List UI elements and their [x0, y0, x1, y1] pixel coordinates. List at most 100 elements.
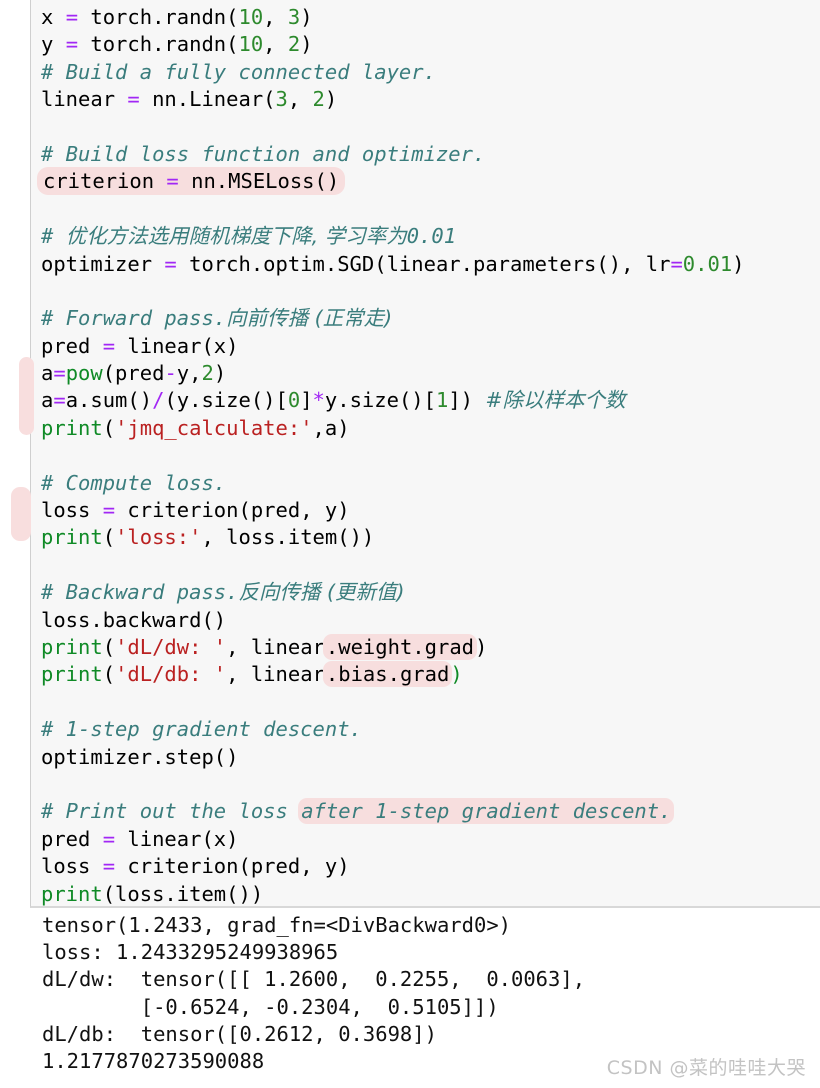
token-plain: , linear — [226, 634, 325, 659]
token-plain: optimizer.step() — [41, 744, 239, 769]
token-comment-number: 0.01 — [406, 224, 457, 249]
code-line: # Print out the loss after 1-step gradie… — [41, 798, 820, 825]
token-number: 2 — [201, 361, 214, 386]
token-comment: # Print out the loss — [41, 799, 301, 824]
token-string: 'jmq_calculate:' — [115, 415, 313, 440]
token-punct: ( — [102, 662, 116, 687]
token-number: 3 — [287, 5, 301, 29]
token-plain: y.size()[ — [324, 388, 436, 413]
token-builtin: print — [41, 415, 103, 440]
code-cell-source[interactable]: x = torch.randn(10, 3) y = torch.randn(1… — [31, 0, 820, 907]
token-punct: ) — [300, 32, 313, 57]
token-operator: = — [53, 361, 66, 386]
token-call: nn.MSELoss() — [178, 169, 340, 194]
token-call: linear(x) — [115, 333, 239, 358]
token-operator: * — [312, 388, 325, 413]
token-plain: ,a) — [312, 415, 350, 440]
code-line: # 优化方法选用随机梯度下降, 学习率为0.01 — [41, 223, 820, 250]
token-plain: loss.backward() — [41, 607, 227, 632]
token-plain: ] — [300, 388, 313, 413]
code-line: loss = criterion(pred, y) — [41, 853, 820, 880]
code-line-highlighted: criterion = nn.MSELoss() — [37, 167, 820, 196]
token-punct: (loss.item()) — [102, 881, 264, 906]
code-line: print('jmq_calculate:',a) — [41, 415, 820, 442]
token-punct: ) — [475, 634, 488, 659]
token-operator: = — [102, 498, 116, 523]
token-number: 2 — [312, 87, 325, 112]
code-line: # Forward pass.向前传播 (正常走) — [41, 305, 820, 332]
marker-highlight: after 1-step gradient descent. — [298, 798, 675, 825]
token-operator: = — [65, 5, 79, 29]
token-operator: = — [164, 251, 177, 276]
token-comment: # Build loss function and optimizer. — [41, 141, 486, 166]
token-number: 2 — [287, 32, 301, 57]
code-line: y = torch.randn(10, 2) — [41, 31, 820, 58]
token-builtin: print — [41, 525, 103, 550]
cell-output: tensor(1.2433, grad_fn=<DivBackward0>) l… — [0, 912, 820, 1076]
code-line: print('dL/db: ', linear.bias.grad) — [41, 661, 820, 688]
token-sep: , — [263, 5, 288, 29]
code-line: loss = criterion(pred, y) — [41, 497, 820, 524]
token-variable: y — [41, 32, 54, 57]
token-call: linear(x) — [115, 826, 239, 851]
token-comment-cjk: 优化方法选用随机梯度下降, 学习率为 — [65, 224, 407, 249]
token-operator: = — [670, 251, 683, 276]
token-call: criterion(pred, y) — [115, 498, 350, 523]
code-line: # Backward pass.反向传播 (更新值) — [41, 579, 820, 606]
token-builtin: print — [41, 634, 103, 659]
token-number: 1 — [435, 388, 449, 413]
code-line: # Build a fully connected layer. — [41, 59, 820, 86]
token-comment-cjk: #除以样本个数 — [485, 388, 626, 413]
marker-highlight: .weight.grad — [322, 633, 478, 660]
token-punct: ( — [102, 415, 116, 440]
token-operator: = — [65, 32, 79, 57]
token-comment-cjk: 向前传播 (正常走) — [226, 306, 393, 331]
marker-highlight: .bias.grad — [322, 661, 453, 688]
token-variable: a — [41, 388, 54, 413]
token-punct: ) — [300, 5, 313, 29]
token-variable: loss — [41, 854, 103, 879]
token-operator: = — [102, 826, 116, 851]
token-number: 0 — [287, 388, 301, 413]
output-line: [-0.6524, -0.2304, 0.5105]]) — [42, 994, 499, 1019]
token-punct: ) — [732, 251, 745, 276]
token-comment: # — [41, 224, 66, 249]
token-operator: - — [164, 361, 177, 386]
output-line: dL/db: tensor([0.2612, 0.3698]) — [42, 1021, 437, 1046]
margin-marker-2 — [11, 487, 31, 541]
token-punct: ( — [102, 634, 116, 659]
code-line: optimizer.step() — [41, 744, 820, 771]
token-comment: # Build a fully connected layer. — [41, 59, 436, 84]
code-line: # 1-step gradient descent. — [41, 716, 820, 743]
token-variable: optimizer — [41, 251, 165, 276]
token-plain: y, — [176, 361, 202, 386]
token-call: nn.Linear( — [139, 87, 276, 112]
token-string: 'dL/dw: ' — [115, 634, 227, 659]
code-line: pred = linear(x) — [41, 333, 820, 360]
token-plain: , linear — [226, 662, 325, 687]
token-variable: linear — [41, 87, 128, 112]
token-number: 10 — [238, 32, 264, 57]
token-builtin: print — [41, 662, 103, 687]
token-variable: a — [41, 361, 54, 386]
token-plain: (y.size()[ — [164, 388, 288, 413]
token-punct: ) — [324, 87, 338, 112]
output-line: dL/dw: tensor([[ 1.2600, 0.2255, 0.0063]… — [42, 967, 586, 992]
token-punct: (pred — [102, 361, 165, 386]
token-operator: / — [152, 388, 165, 413]
code-cell[interactable]: x = torch.randn(10, 3) y = torch.randn(1… — [30, 0, 820, 908]
token-plain: , loss.item()) — [201, 525, 375, 550]
token-builtin: pow — [65, 361, 103, 386]
token-variable: pred — [41, 333, 103, 358]
token-call: torch.optim.SGD(linear.parameters(), lr — [176, 251, 671, 276]
output-line: tensor(1.2433, grad_fn=<DivBackward0>) — [42, 913, 511, 937]
code-line: print(loss.item()) — [41, 881, 820, 907]
token-number: 0.01 — [682, 251, 733, 276]
marker-highlight: criterion = nn.MSELoss() — [37, 167, 346, 196]
token-call: torch.randn( — [90, 32, 239, 57]
